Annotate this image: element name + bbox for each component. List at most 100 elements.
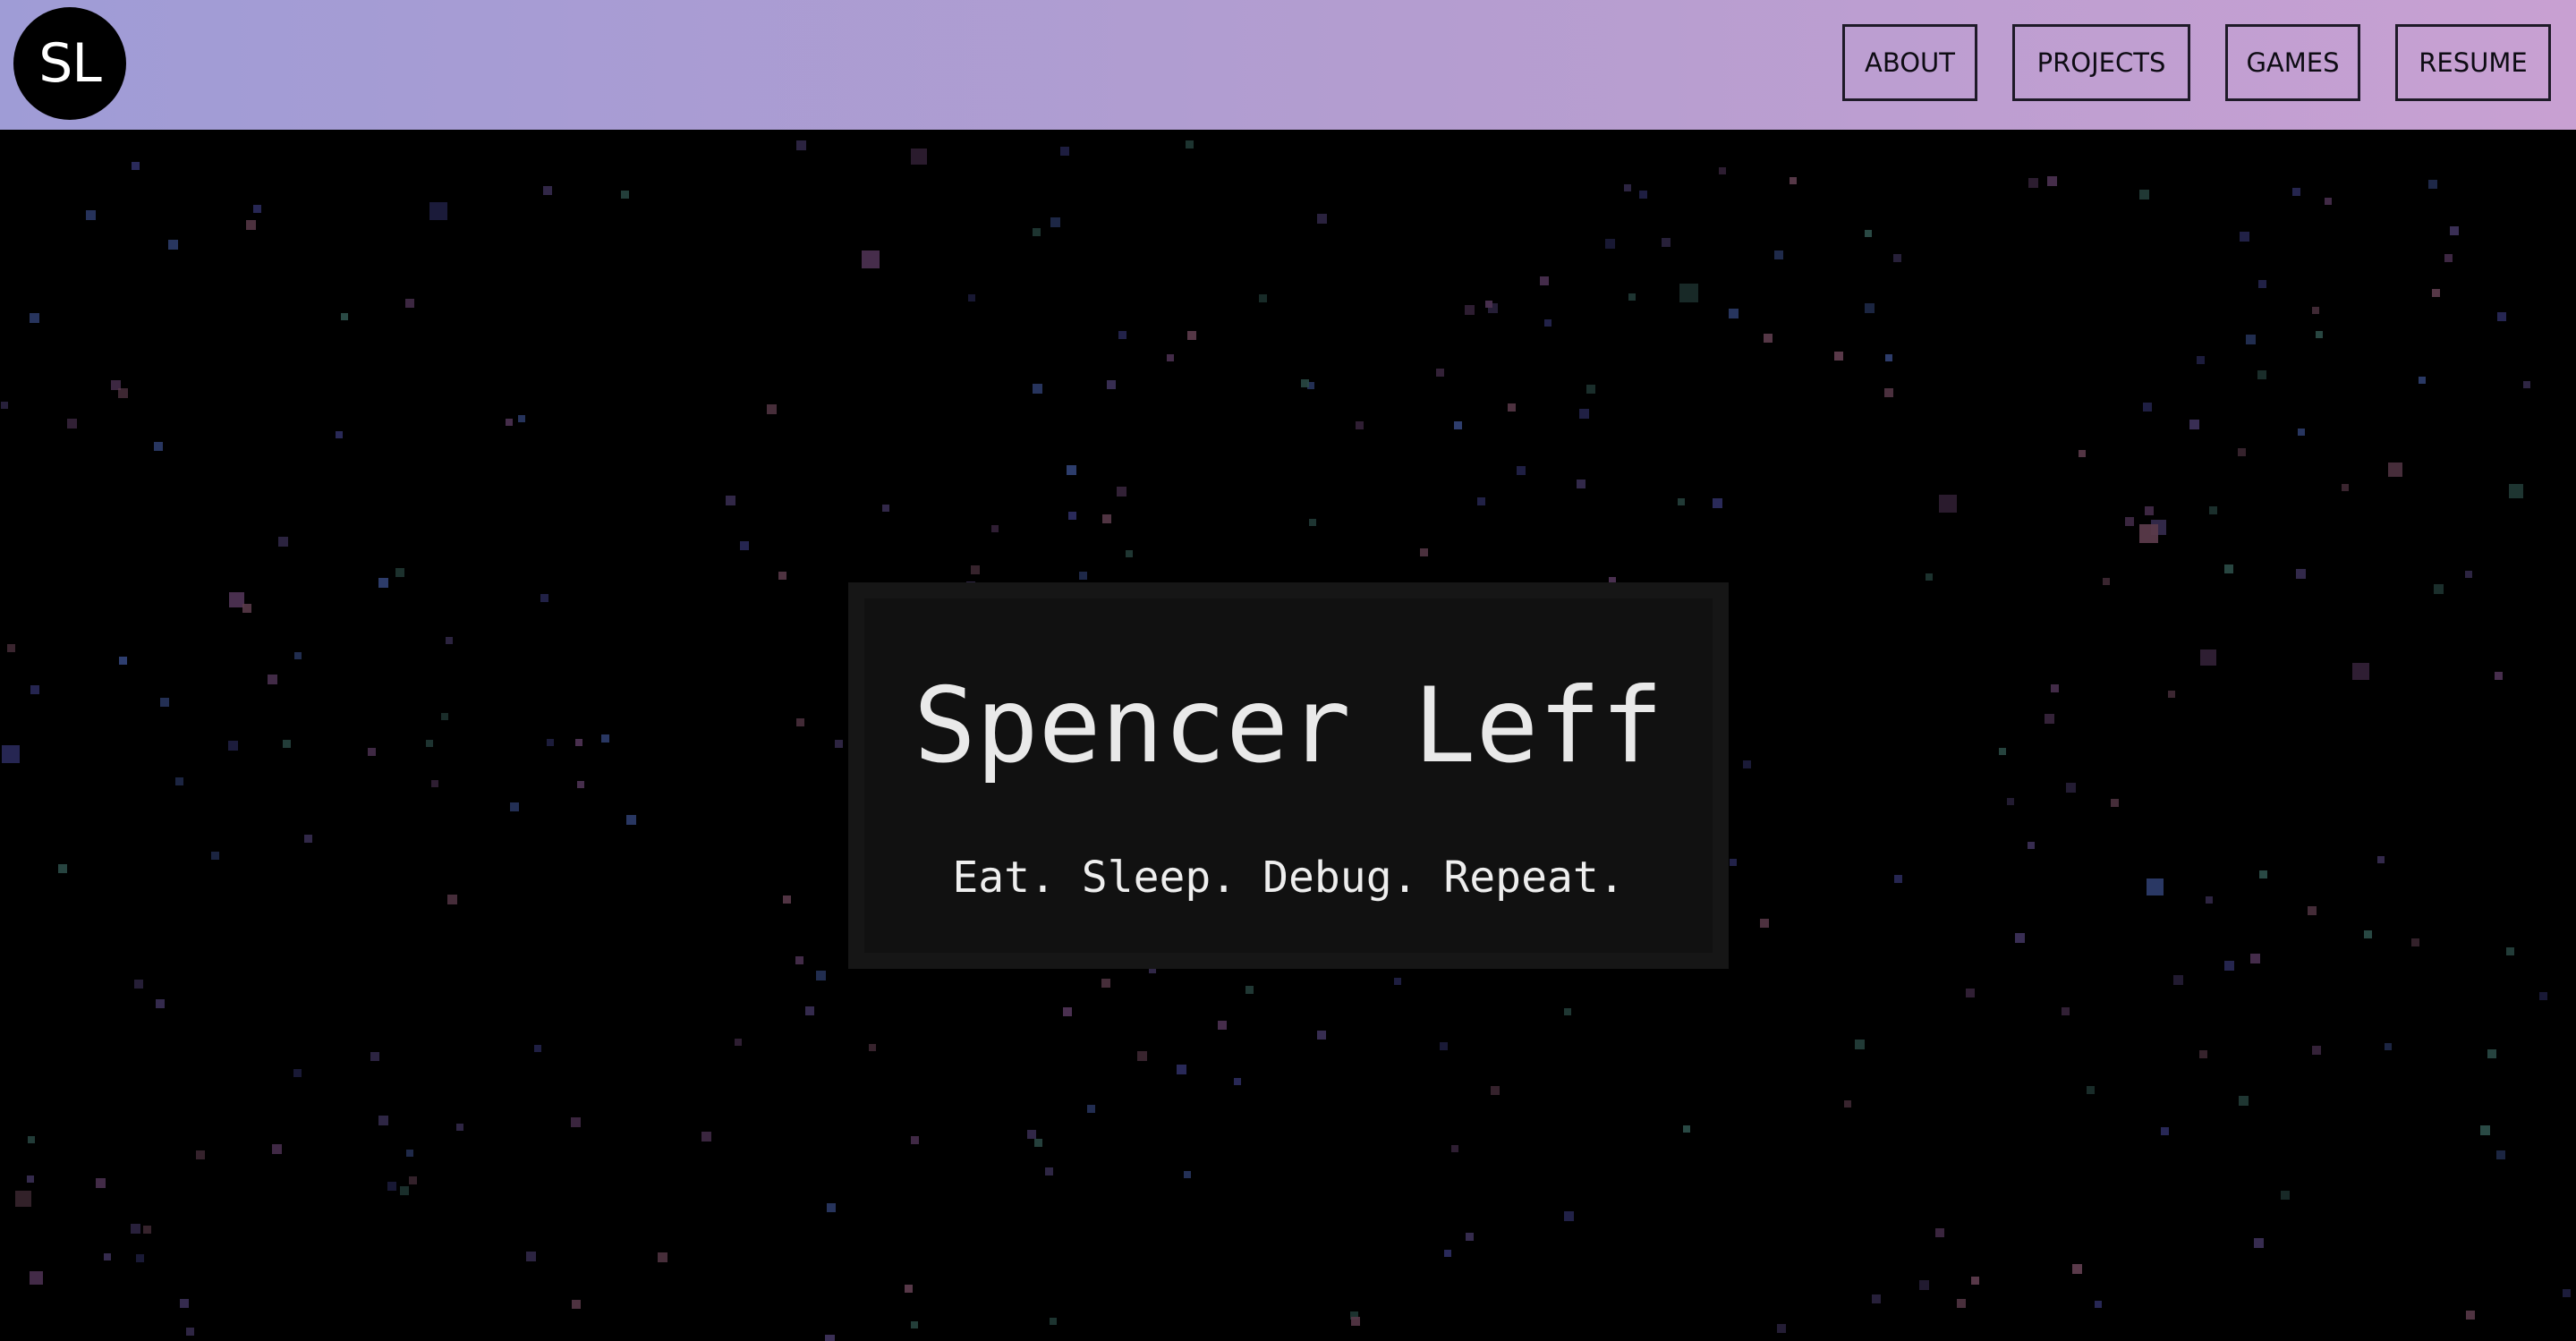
star-particle bbox=[143, 1226, 151, 1234]
star-particle bbox=[2139, 190, 2149, 199]
star-particle bbox=[2051, 684, 2059, 692]
star-particle bbox=[1033, 384, 1042, 394]
star-particle bbox=[2238, 448, 2246, 456]
star-particle bbox=[816, 971, 826, 980]
star-particle bbox=[2506, 947, 2514, 955]
star-particle bbox=[1101, 979, 1110, 988]
nav-about-button[interactable]: ABOUT bbox=[1842, 24, 1977, 101]
star-particle bbox=[1774, 250, 1783, 259]
star-particle bbox=[1317, 1031, 1326, 1040]
star-particle bbox=[1926, 573, 1933, 581]
star-particle bbox=[1107, 380, 1116, 389]
star-particle bbox=[796, 140, 806, 150]
star-particle bbox=[2072, 1264, 2082, 1274]
star-particle bbox=[2173, 975, 2183, 985]
star-particle bbox=[1351, 1317, 1360, 1326]
nav-resume-button[interactable]: RESUME bbox=[2395, 24, 2551, 101]
star-particle bbox=[2509, 484, 2523, 498]
star-particle bbox=[905, 1285, 913, 1293]
star-particle bbox=[2281, 1191, 2290, 1200]
star-particle bbox=[30, 1271, 43, 1285]
star-particle bbox=[540, 594, 548, 602]
star-particle bbox=[575, 739, 582, 746]
star-particle bbox=[2224, 564, 2233, 573]
hero-subtitle: Eat. Sleep. Debug. Repeat. bbox=[952, 853, 1625, 903]
star-particle bbox=[547, 739, 554, 746]
star-particle bbox=[1865, 303, 1875, 313]
star-particle bbox=[1577, 480, 1586, 488]
star-particle bbox=[446, 637, 453, 644]
star-particle bbox=[1729, 309, 1739, 318]
star-particle bbox=[1579, 409, 1589, 419]
star-particle bbox=[1436, 369, 1444, 377]
star-particle bbox=[104, 1253, 111, 1260]
star-particle bbox=[1544, 319, 1552, 327]
star-particle bbox=[211, 852, 219, 860]
star-particle bbox=[2103, 578, 2110, 585]
star-particle bbox=[2325, 198, 2332, 205]
star-particle bbox=[1564, 1008, 1571, 1015]
star-particle bbox=[1167, 354, 1174, 361]
star-particle bbox=[506, 419, 513, 426]
star-particle bbox=[726, 496, 735, 505]
star-particle bbox=[1564, 1211, 1574, 1221]
star-particle bbox=[400, 1186, 409, 1195]
star-particle bbox=[246, 220, 256, 230]
star-particle bbox=[268, 675, 277, 684]
star-particle bbox=[796, 718, 804, 726]
nav-games-button[interactable]: GAMES bbox=[2225, 24, 2360, 101]
star-particle bbox=[1760, 919, 1769, 928]
star-particle bbox=[1966, 989, 1975, 997]
star-particle bbox=[1999, 748, 2006, 755]
star-particle bbox=[827, 1203, 836, 1212]
star-particle bbox=[2296, 569, 2306, 579]
star-particle bbox=[1259, 294, 1267, 302]
star-particle bbox=[2480, 1125, 2490, 1135]
star-particle bbox=[2411, 938, 2419, 946]
star-particle bbox=[767, 404, 777, 414]
star-particle bbox=[1394, 978, 1401, 985]
star-particle bbox=[526, 1252, 536, 1261]
star-particle bbox=[2239, 1096, 2249, 1106]
star-particle bbox=[28, 1136, 35, 1143]
star-particle bbox=[2143, 403, 2152, 412]
star-particle bbox=[1451, 1145, 1458, 1152]
star-particle bbox=[1885, 354, 1892, 361]
star-particle bbox=[1050, 1318, 1057, 1325]
star-particle bbox=[1777, 1324, 1786, 1333]
star-particle bbox=[882, 505, 889, 512]
star-particle bbox=[862, 250, 880, 268]
star-particle bbox=[1218, 1021, 1227, 1030]
logo-button[interactable]: SL bbox=[13, 7, 126, 120]
star-particle bbox=[1420, 548, 1428, 556]
star-particle bbox=[242, 604, 251, 613]
star-particle bbox=[1662, 238, 1671, 247]
star-particle bbox=[2312, 1046, 2321, 1055]
hero-panel: Spencer Leff Eat. Sleep. Debug. Repeat. bbox=[848, 582, 1729, 969]
page: SL ABOUT PROJECTS GAMES RESUME Spencer L… bbox=[0, 0, 2576, 1341]
star-particle bbox=[253, 205, 261, 213]
star-particle bbox=[1517, 466, 1526, 475]
star-particle bbox=[2111, 799, 2119, 807]
star-particle bbox=[429, 202, 447, 220]
star-particle bbox=[1177, 1065, 1186, 1074]
star-particle bbox=[2487, 1049, 2496, 1058]
star-particle bbox=[2419, 377, 2426, 384]
star-particle bbox=[2385, 1043, 2392, 1050]
star-particle bbox=[27, 1175, 34, 1183]
star-particle bbox=[658, 1252, 667, 1262]
star-particle bbox=[1683, 1125, 1690, 1133]
star-particle bbox=[911, 1321, 918, 1328]
star-particle bbox=[601, 734, 609, 743]
star-particle bbox=[1586, 385, 1595, 394]
star-particle bbox=[626, 815, 636, 825]
star-particle bbox=[2364, 930, 2372, 938]
star-particle bbox=[911, 1136, 919, 1144]
star-particle bbox=[2145, 506, 2154, 515]
star-particle bbox=[283, 740, 291, 748]
nav-projects-button[interactable]: PROJECTS bbox=[2012, 24, 2190, 101]
star-particle bbox=[572, 1300, 581, 1309]
star-particle bbox=[1719, 167, 1726, 174]
star-particle bbox=[1444, 1250, 1451, 1257]
star-particle bbox=[2298, 429, 2305, 436]
